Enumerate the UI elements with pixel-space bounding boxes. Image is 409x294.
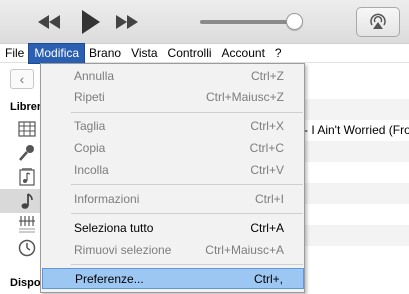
menu-account[interactable]: Account: [217, 44, 270, 63]
microphone-icon[interactable]: [17, 143, 37, 163]
menu-item-ripeti[interactable]: Ripeti Ctrl+Maiusc+Z: [42, 87, 304, 108]
table-row: [300, 225, 409, 246]
airplay-button[interactable]: [356, 7, 400, 37]
menu-item-shortcut: Ctrl+C: [249, 141, 284, 155]
player-toolbar: [0, 0, 409, 44]
volume-knob[interactable]: [286, 13, 303, 30]
menu-help[interactable]: ?: [270, 44, 287, 63]
edit-menu-dropdown: Annulla Ctrl+Z Ripeti Ctrl+Maiusc+Z Tagl…: [40, 63, 305, 293]
music-note-list-icon[interactable]: [17, 167, 37, 187]
table-row: [300, 141, 409, 162]
volume-slider[interactable]: [200, 20, 296, 24]
menu-separator: [71, 184, 303, 185]
menu-bar: File Modifica Brano Vista Controlli Acco…: [0, 42, 409, 64]
grid-icon[interactable]: [17, 119, 37, 139]
menu-item-shortcut: Ctrl+V: [250, 163, 284, 177]
back-button[interactable]: ‹: [10, 69, 34, 89]
menu-item-copia[interactable]: Copia Ctrl+C: [42, 138, 304, 159]
menu-file[interactable]: File: [0, 44, 29, 63]
menu-item-label: Ripeti: [74, 90, 105, 104]
menu-item-shortcut: Ctrl+Maiusc+Z: [205, 90, 284, 104]
composer-icon[interactable]: [17, 214, 37, 234]
menu-separator: [71, 112, 303, 113]
menu-item-label: Informazioni: [74, 192, 140, 206]
menu-item-label: Incolla: [74, 163, 109, 177]
menu-item-label: Annulla: [74, 69, 115, 83]
table-row: [300, 183, 409, 204]
menu-item-label: Seleziona tutto: [74, 221, 154, 235]
sidebar-devices-header: Dispositivi: [10, 277, 40, 289]
previous-icon[interactable]: [36, 12, 62, 32]
menu-item-seleziona-tutto[interactable]: Seleziona tutto Ctrl+A: [42, 218, 304, 239]
next-icon[interactable]: [114, 12, 140, 32]
table-row: [300, 99, 409, 120]
menu-item-incolla[interactable]: Incolla Ctrl+V: [42, 160, 304, 181]
menu-separator: [71, 213, 303, 214]
airplay-icon: [368, 12, 388, 33]
sidebar-library-header: Libreria: [10, 101, 40, 113]
menu-item-rimuovi-selezione[interactable]: Rimuovi selezione Ctrl+Maiusc+A: [42, 240, 304, 261]
menu-brano[interactable]: Brano: [84, 44, 126, 63]
menu-separator: [71, 264, 303, 265]
menu-item-label: Preferenze...: [75, 272, 144, 286]
menu-controlli[interactable]: Controlli: [163, 44, 217, 63]
menu-item-shortcut: Ctrl+Maiusc+A: [205, 243, 284, 257]
menu-item-shortcut: Ctrl+A: [250, 221, 284, 235]
menu-item-shortcut: Ctrl+X: [250, 119, 284, 133]
menu-item-label: Taglia: [74, 119, 106, 133]
menu-item-label: Rimuovi selezione: [74, 243, 172, 257]
menu-item-shortcut: Ctrl+Z: [251, 69, 284, 83]
menu-item-shortcut: Ctrl+I: [254, 192, 284, 206]
menu-item-label: Copia: [74, 141, 106, 155]
track-title[interactable]: - I Ain't Worried (Fro: [304, 123, 409, 139]
menu-item-preferenze[interactable]: Preferenze... Ctrl+,: [42, 268, 304, 289]
menu-item-shortcut: Ctrl+,: [253, 272, 283, 286]
music-note-icon[interactable]: [17, 191, 37, 211]
chevron-left-icon: ‹: [19, 71, 25, 87]
play-icon[interactable]: [77, 8, 103, 36]
clock-icon[interactable]: [17, 238, 37, 258]
menu-item-taglia[interactable]: Taglia Ctrl+X: [42, 116, 304, 137]
menu-vista[interactable]: Vista: [126, 44, 162, 63]
menu-item-annulla[interactable]: Annulla Ctrl+Z: [42, 66, 304, 87]
menu-modifica[interactable]: Modifica: [28, 42, 86, 64]
menu-item-informazioni[interactable]: Informazioni Ctrl+I: [42, 189, 304, 210]
